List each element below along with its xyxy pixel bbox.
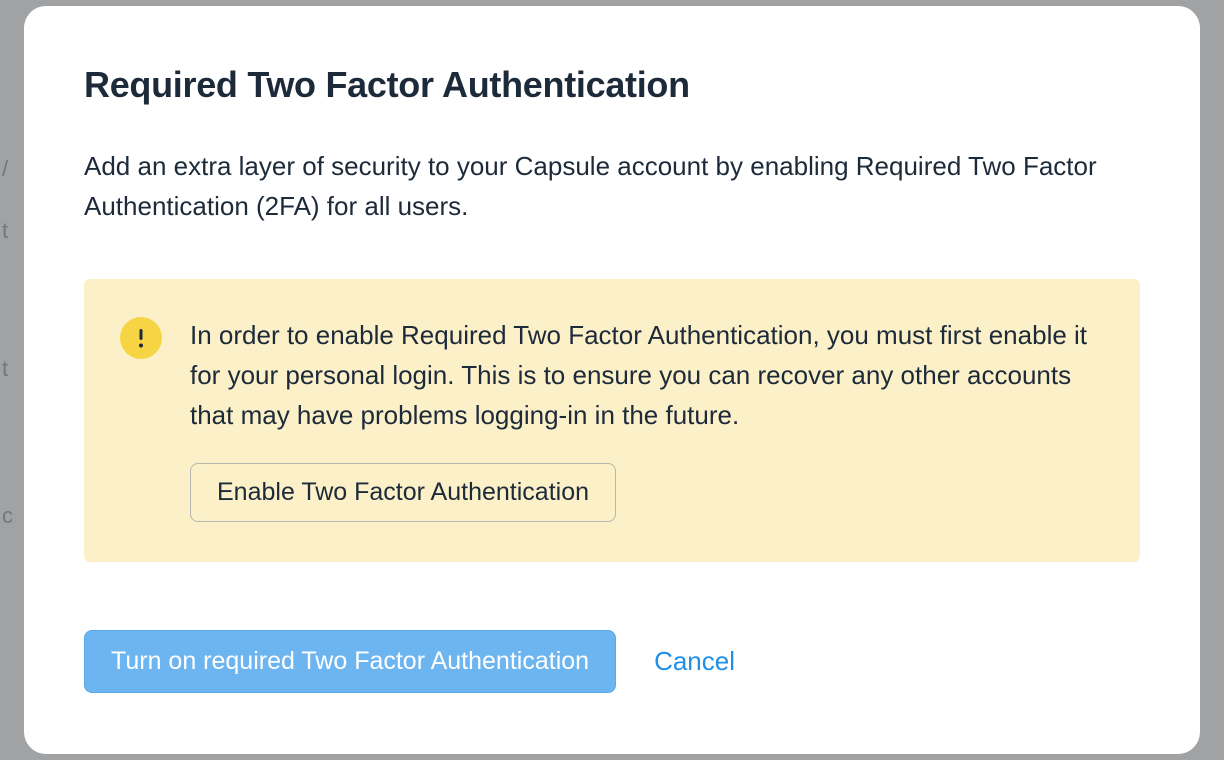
enable-2fa-button[interactable]: Enable Two Factor Authentication <box>190 463 616 522</box>
modal-actions: Turn on required Two Factor Authenticati… <box>84 630 1140 693</box>
background-fragment: / <box>2 156 8 182</box>
background-fragment: t <box>2 356 8 382</box>
background-fragment: t <box>2 218 8 244</box>
background-fragment: c <box>2 503 13 529</box>
modal-description: Add an extra layer of security to your C… <box>84 146 1140 227</box>
warning-content: In order to enable Required Two Factor A… <box>190 315 1098 523</box>
turn-on-required-2fa-button[interactable]: Turn on required Two Factor Authenticati… <box>84 630 616 693</box>
two-factor-modal: Required Two Factor Authentication Add a… <box>24 6 1200 754</box>
warning-alert: In order to enable Required Two Factor A… <box>84 279 1140 563</box>
cancel-button[interactable]: Cancel <box>650 638 739 685</box>
warning-text: In order to enable Required Two Factor A… <box>190 315 1098 436</box>
modal-title: Required Two Factor Authentication <box>84 64 1140 106</box>
warning-icon <box>120 317 162 359</box>
